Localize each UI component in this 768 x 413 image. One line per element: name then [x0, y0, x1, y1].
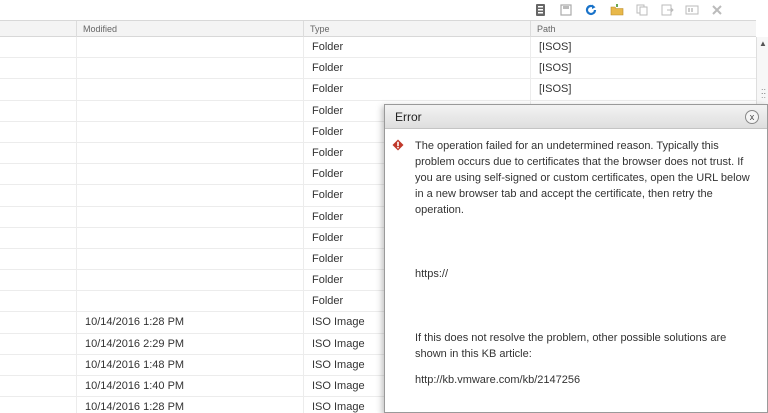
modified-cell [76, 185, 303, 207]
modified-cell [76, 37, 303, 58]
grid-header: Modified Type Path [0, 20, 756, 37]
name-cell [0, 101, 76, 122]
modified-cell [76, 121, 303, 143]
type-cell: Folder [303, 58, 530, 80]
folder-icon[interactable] [609, 2, 625, 18]
error-icon [392, 139, 404, 151]
name-cell [0, 207, 76, 228]
dialog-body: The operation failed for an undetermined… [385, 129, 767, 388]
name-cell [0, 249, 76, 270]
modified-cell [76, 58, 303, 80]
modified-cell: 10/14/2016 1:40 PM [76, 376, 303, 397]
export-icon[interactable] [659, 2, 675, 18]
path-cell: [ISOS] [530, 37, 756, 58]
modified-cell [76, 164, 303, 186]
type-cell: Folder [303, 37, 530, 58]
name-cell [0, 37, 76, 58]
path-cell: [ISOS] [530, 58, 756, 80]
name-cell [0, 185, 76, 206]
database-icon[interactable] [533, 2, 549, 18]
name-cell [0, 312, 76, 333]
kb-article-link[interactable]: http://kb.vmware.com/kb/2147256 [415, 372, 759, 388]
modified-cell [76, 79, 303, 101]
modified-cell [76, 227, 303, 249]
type-cell: Folder [303, 79, 530, 101]
modified-cell [76, 206, 303, 228]
column-header-name[interactable] [0, 21, 76, 37]
error-dialog: Error x The operation failed for an unde… [384, 104, 768, 413]
close-icon[interactable]: x [745, 110, 759, 124]
modified-cell [76, 291, 303, 313]
name-cell [0, 355, 76, 376]
column-header-type[interactable]: Type [303, 21, 530, 37]
name-cell [0, 270, 76, 291]
modified-cell [76, 142, 303, 164]
table-row[interactable]: Folder [ISOS] [0, 58, 756, 80]
rename-icon[interactable] [684, 2, 700, 18]
modified-cell: 10/14/2016 1:28 PM [76, 397, 303, 413]
scroll-up-icon[interactable]: ▲ [759, 39, 767, 48]
dialog-titlebar[interactable]: Error x [385, 105, 767, 129]
name-cell [0, 122, 76, 143]
error-message: The operation failed for an undetermined… [415, 140, 750, 216]
name-cell [0, 291, 76, 312]
table-row[interactable]: Folder [ISOS] [0, 37, 756, 59]
column-header-modified[interactable]: Modified [76, 21, 303, 37]
scroll-grip-icon[interactable]: :::: [761, 87, 766, 100]
toolbar [0, 0, 768, 20]
name-cell [0, 143, 76, 164]
copy-icon[interactable] [634, 2, 650, 18]
modified-cell: 10/14/2016 2:29 PM [76, 333, 303, 355]
modified-cell: 10/14/2016 1:48 PM [76, 354, 303, 376]
modified-cell: 10/14/2016 1:28 PM [76, 312, 303, 334]
kb-hint-text: If this does not resolve the problem, ot… [415, 332, 727, 360]
name-cell [0, 376, 76, 397]
path-cell: [ISOS] [530, 79, 756, 101]
name-cell [0, 58, 76, 79]
name-cell [0, 334, 76, 355]
certificate-url[interactable]: https:// [415, 266, 759, 282]
column-header-path[interactable]: Path [530, 21, 756, 37]
modified-cell [76, 248, 303, 270]
refresh-icon[interactable] [583, 2, 599, 18]
table-row[interactable]: Folder [ISOS] [0, 79, 756, 101]
delete-icon[interactable] [709, 2, 725, 18]
dialog-title: Error [395, 110, 422, 124]
name-cell [0, 164, 76, 185]
name-cell [0, 79, 76, 100]
name-cell [0, 228, 76, 249]
modified-cell [76, 100, 303, 122]
save-icon[interactable] [558, 2, 574, 18]
name-cell [0, 397, 76, 413]
modified-cell [76, 270, 303, 292]
